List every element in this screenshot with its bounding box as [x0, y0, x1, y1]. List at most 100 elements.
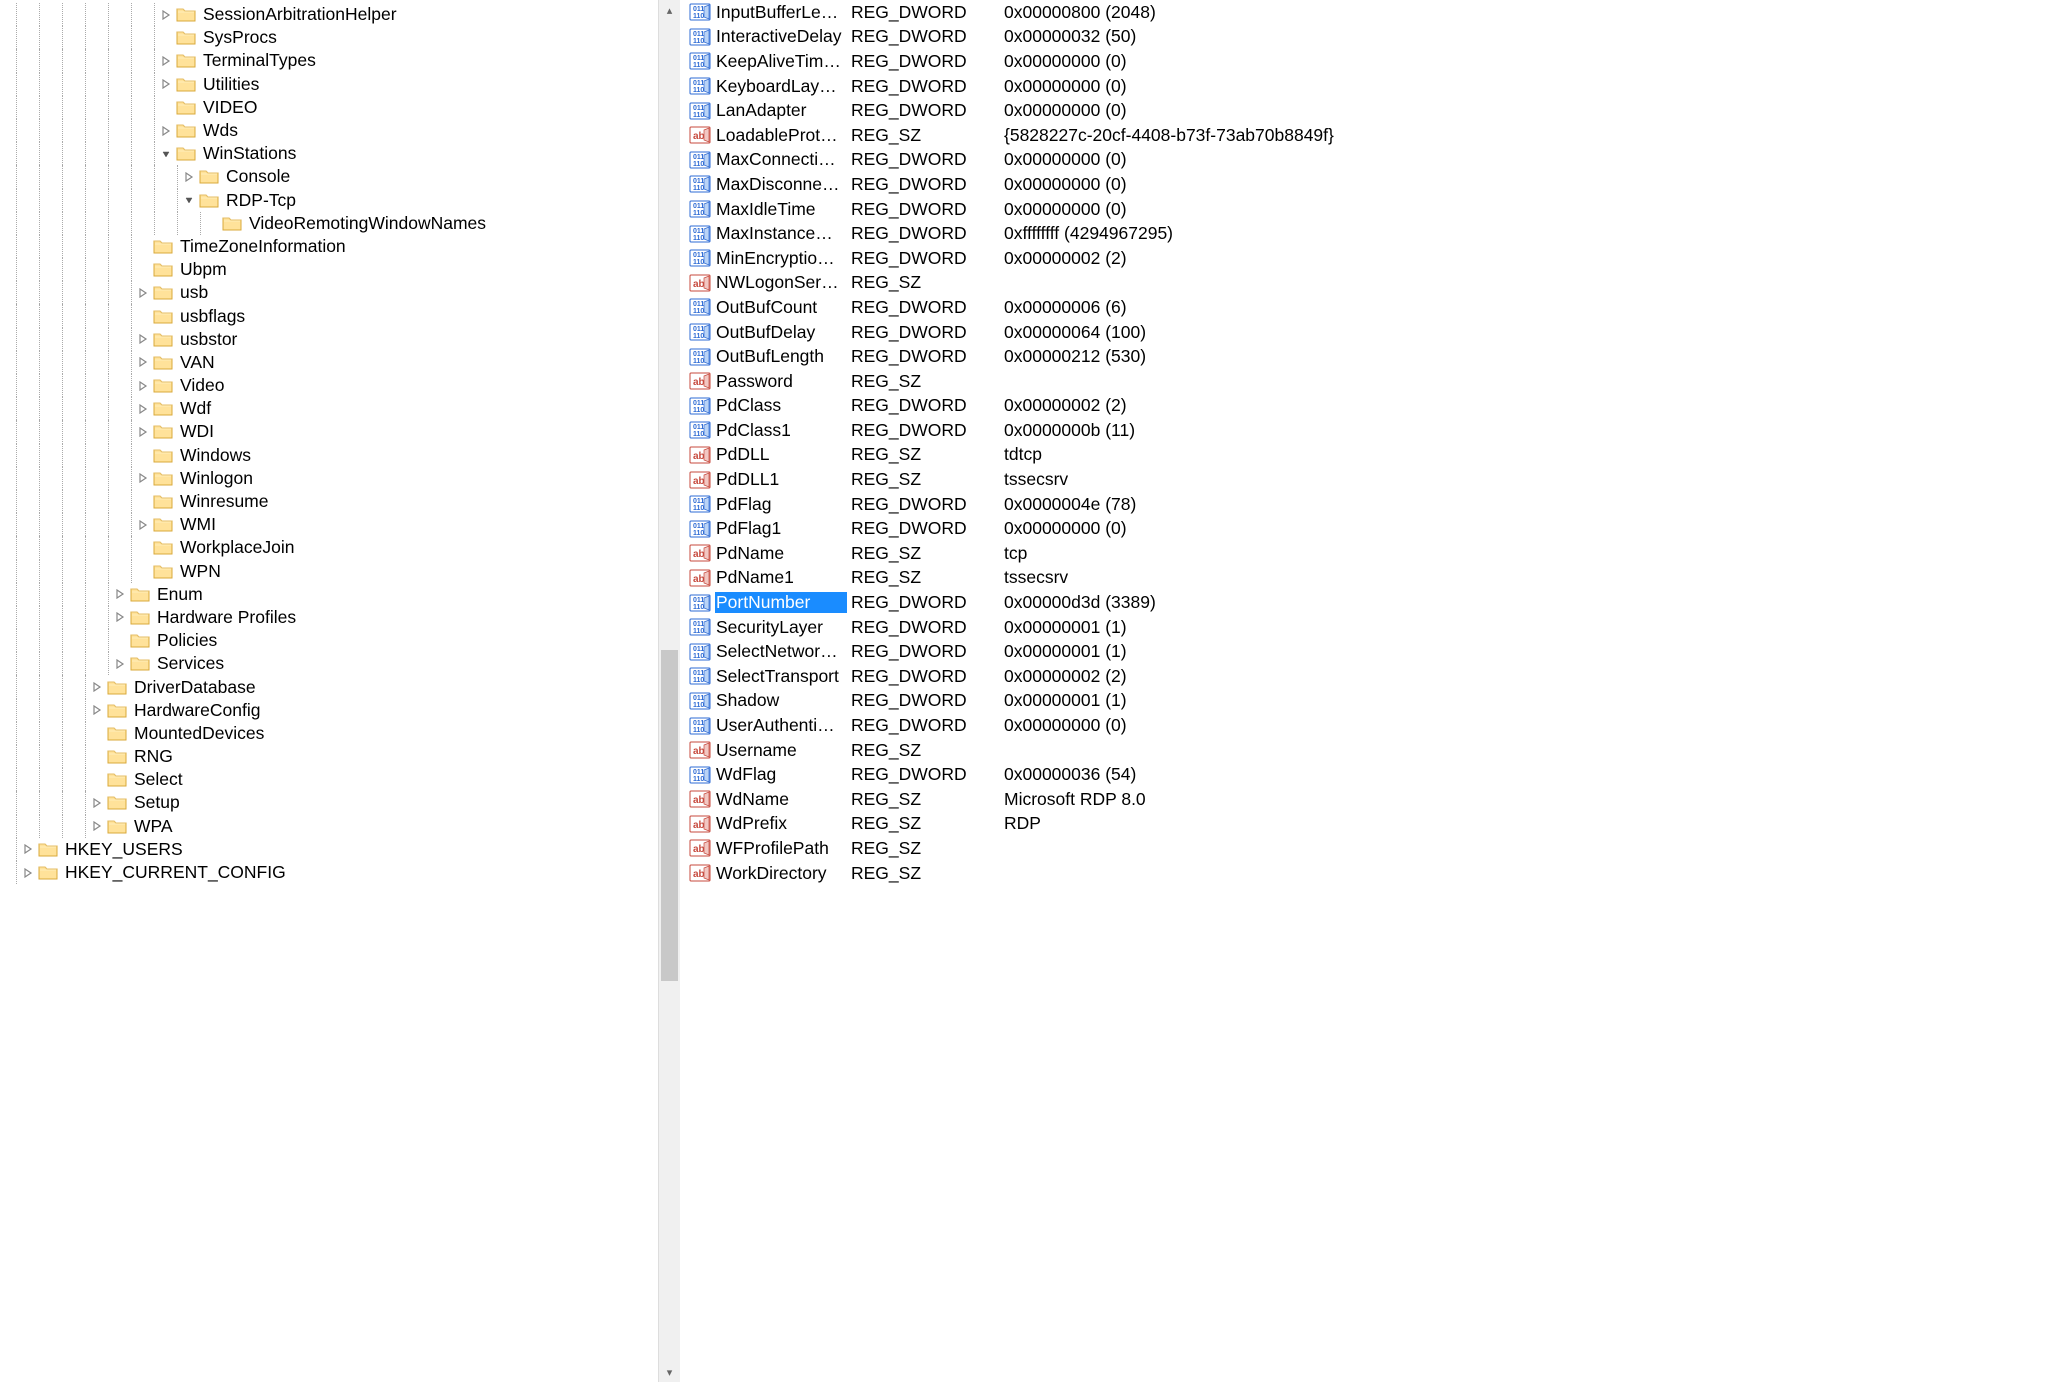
folder-icon: [153, 447, 173, 464]
value-row[interactable]: MinEncryptionL...REG_DWORD0x00000002 (2): [686, 246, 2058, 271]
value-row[interactable]: SelectNetworkD...REG_DWORD0x00000001 (1): [686, 639, 2058, 664]
value-row[interactable]: SecurityLayerREG_DWORD0x00000001 (1): [686, 615, 2058, 640]
value-data: tssecsrv: [1000, 567, 2058, 588]
scroll-down-arrow[interactable]: ▾: [659, 1362, 680, 1382]
tree-item-wds[interactable]: Wds: [10, 119, 680, 142]
tree-item-console[interactable]: Console: [10, 165, 680, 188]
tree-item-windows[interactable]: Windows: [10, 444, 680, 467]
value-row[interactable]: WorkDirectoryREG_SZ: [686, 861, 2058, 886]
value-row[interactable]: PasswordREG_SZ: [686, 369, 2058, 394]
tree-item-usbstor[interactable]: usbstor: [10, 328, 680, 351]
value-row[interactable]: NWLogonServerREG_SZ: [686, 271, 2058, 296]
tree-item-timezoneinformation[interactable]: TimeZoneInformation: [10, 235, 680, 258]
tree-item-usbflags[interactable]: usbflags: [10, 304, 680, 327]
tree-item-wdf[interactable]: Wdf: [10, 397, 680, 420]
value-row[interactable]: WdPrefixREG_SZRDP: [686, 812, 2058, 837]
reg-dword-icon: [689, 617, 711, 637]
tree-item-hkey-current-config[interactable]: HKEY_CURRENT_CONFIG: [10, 861, 680, 884]
tree-item-winstations[interactable]: WinStations: [10, 142, 680, 165]
tree-item-winresume[interactable]: Winresume: [10, 490, 680, 513]
value-row[interactable]: PdClass1REG_DWORD0x0000000b (11): [686, 418, 2058, 443]
value-row[interactable]: OutBufCountREG_DWORD0x00000006 (6): [686, 295, 2058, 320]
tree-item-hkey-users[interactable]: HKEY_USERS: [10, 838, 680, 861]
registry-tree[interactable]: ▴ ▾ SessionArbitrationHelperSysProcsTerm…: [0, 0, 680, 1382]
tree-item-van[interactable]: VAN: [10, 351, 680, 374]
folder-icon: [130, 609, 150, 626]
value-row[interactable]: WFProfilePathREG_SZ: [686, 836, 2058, 861]
tree-item-ubpm[interactable]: Ubpm: [10, 258, 680, 281]
value-row[interactable]: MaxIdleTimeREG_DWORD0x00000000 (0): [686, 197, 2058, 222]
tree-item-setup[interactable]: Setup: [10, 791, 680, 814]
value-data: 0x00000001 (1): [1000, 690, 2058, 711]
value-row[interactable]: KeyboardLayoutREG_DWORD0x00000000 (0): [686, 74, 2058, 99]
value-row[interactable]: PdFlag1REG_DWORD0x00000000 (0): [686, 516, 2058, 541]
folder-icon: [107, 702, 127, 719]
tree-item-winlogon[interactable]: Winlogon: [10, 467, 680, 490]
tree-item-rdp-tcp[interactable]: RDP-Tcp: [10, 189, 680, 212]
tree-item-hardwareconfig[interactable]: HardwareConfig: [10, 699, 680, 722]
tree-item-driverdatabase[interactable]: DriverDatabase: [10, 675, 680, 698]
value-row[interactable]: PdFlagREG_DWORD0x0000004e (78): [686, 492, 2058, 517]
tree-item-mounteddevices[interactable]: MountedDevices: [10, 722, 680, 745]
folder-icon: [107, 818, 127, 835]
value-row[interactable]: MaxInstanceCo...REG_DWORD0xffffffff (429…: [686, 221, 2058, 246]
value-row[interactable]: SelectTransportREG_DWORD0x00000002 (2): [686, 664, 2058, 689]
value-name: SelectNetworkD...: [715, 641, 847, 662]
tree-item-videoremotingwindownames[interactable]: VideoRemotingWindowNames: [10, 212, 680, 235]
value-row[interactable]: MaxConnection...REG_DWORD0x00000000 (0): [686, 148, 2058, 173]
tree-item-policies[interactable]: Policies: [10, 629, 680, 652]
value-type: REG_DWORD: [847, 690, 1000, 711]
value-row[interactable]: LanAdapterREG_DWORD0x00000000 (0): [686, 98, 2058, 123]
reg-string-icon: [689, 863, 711, 883]
tree-label: usbstor: [178, 329, 239, 350]
tree-item-wmi[interactable]: WMI: [10, 513, 680, 536]
value-row[interactable]: PdClassREG_DWORD0x00000002 (2): [686, 394, 2058, 419]
value-row[interactable]: KeepAliveTimeo...REG_DWORD0x00000000 (0): [686, 49, 2058, 74]
reg-dword-icon: [689, 199, 711, 219]
value-name: OutBufCount: [715, 297, 847, 318]
value-row[interactable]: ShadowREG_DWORD0x00000001 (1): [686, 689, 2058, 714]
tree-item-terminaltypes[interactable]: TerminalTypes: [10, 49, 680, 72]
value-row[interactable]: UserAuthenticat...REG_DWORD0x00000000 (0…: [686, 713, 2058, 738]
value-row[interactable]: WdFlagREG_DWORD0x00000036 (54): [686, 762, 2058, 787]
value-name: InputBufferLeng...: [715, 2, 847, 23]
value-type: REG_SZ: [847, 838, 1000, 859]
tree-item-utilities[interactable]: Utilities: [10, 73, 680, 96]
value-row[interactable]: MaxDisconnecti...REG_DWORD0x00000000 (0): [686, 172, 2058, 197]
value-row[interactable]: PdDLLREG_SZtdtcp: [686, 443, 2058, 468]
value-row[interactable]: WdNameREG_SZMicrosoft RDP 8.0: [686, 787, 2058, 812]
tree-item-wpn[interactable]: WPN: [10, 560, 680, 583]
value-type: REG_DWORD: [847, 248, 1000, 269]
tree-label: Select: [132, 769, 185, 790]
value-row[interactable]: PortNumberREG_DWORD0x00000d3d (3389): [686, 590, 2058, 615]
value-data: 0x00000064 (100): [1000, 322, 2058, 343]
reg-dword-icon: [689, 174, 711, 194]
tree-item-usb[interactable]: usb: [10, 281, 680, 304]
value-row[interactable]: InteractiveDelayREG_DWORD0x00000032 (50): [686, 25, 2058, 50]
tree-item-hardware-profiles[interactable]: Hardware Profiles: [10, 606, 680, 629]
tree-item-services[interactable]: Services: [10, 652, 680, 675]
value-row[interactable]: UsernameREG_SZ: [686, 738, 2058, 763]
value-row[interactable]: InputBufferLeng...REG_DWORD0x00000800 (2…: [686, 0, 2058, 25]
value-row[interactable]: PdDLL1REG_SZtssecsrv: [686, 467, 2058, 492]
value-row[interactable]: PdName1REG_SZtssecsrv: [686, 566, 2058, 591]
registry-values-list[interactable]: InputBufferLeng...REG_DWORD0x00000800 (2…: [686, 0, 2058, 1382]
value-row[interactable]: PdNameREG_SZtcp: [686, 541, 2058, 566]
tree-label: VAN: [178, 352, 217, 373]
tree-item-rng[interactable]: RNG: [10, 745, 680, 768]
folder-icon: [107, 794, 127, 811]
tree-item-video[interactable]: VIDEO: [10, 96, 680, 119]
tree-item-workplacejoin[interactable]: WorkplaceJoin: [10, 536, 680, 559]
folder-icon: [153, 354, 173, 371]
tree-item-video[interactable]: Video: [10, 374, 680, 397]
tree-item-enum[interactable]: Enum: [10, 583, 680, 606]
value-row[interactable]: LoadableProtoc...REG_SZ{5828227c-20cf-44…: [686, 123, 2058, 148]
tree-item-select[interactable]: Select: [10, 768, 680, 791]
value-row[interactable]: OutBufDelayREG_DWORD0x00000064 (100): [686, 320, 2058, 345]
tree-item-sysprocs[interactable]: SysProcs: [10, 26, 680, 49]
tree-item-wdi[interactable]: WDI: [10, 420, 680, 443]
reg-string-icon: [689, 568, 711, 588]
tree-item-wpa[interactable]: WPA: [10, 815, 680, 838]
tree-item-sessionarbitrationhelper[interactable]: SessionArbitrationHelper: [10, 3, 680, 26]
value-row[interactable]: OutBufLengthREG_DWORD0x00000212 (530): [686, 344, 2058, 369]
